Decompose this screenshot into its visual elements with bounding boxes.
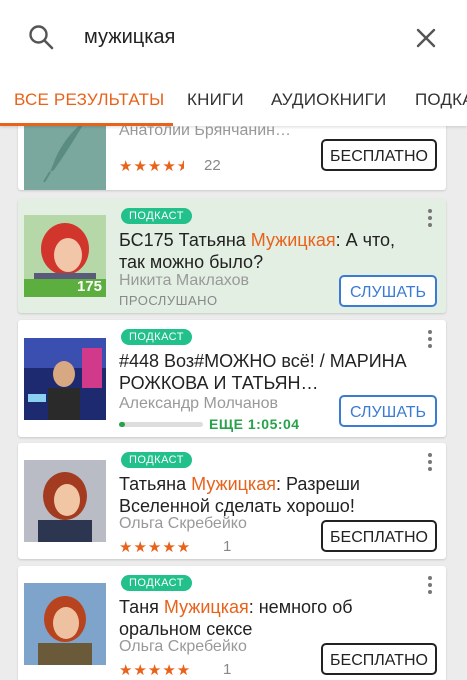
rating-stars: ★★★★★ (119, 662, 192, 679)
result-item-podcast[interactable]: 175 ПОДКАСТ БС175 Татьяна Мужицкая: А чт… (18, 199, 446, 313)
podcast-cover (24, 460, 106, 542)
free-button[interactable]: БЕСПЛАТНО (321, 520, 437, 552)
author: Никита Маклахов (119, 272, 249, 289)
author: Анатолий Брянчанин… (119, 126, 291, 139)
search-icon[interactable] (28, 24, 54, 50)
close-icon[interactable] (413, 25, 439, 51)
more-options-icon[interactable] (428, 576, 432, 597)
podcast-cover: 175 (24, 215, 106, 297)
rating-count: 1 (223, 538, 232, 555)
free-button[interactable]: БЕСПЛАТНО (321, 643, 437, 675)
author: Ольга Скребейко (119, 638, 247, 655)
search-input[interactable]: мужицкая (84, 26, 175, 49)
result-item-podcast[interactable]: ПОДКАСТ Татьяна Мужицкая: Разреши Вселен… (18, 443, 446, 559)
free-button[interactable]: БЕСПЛАТНО (321, 139, 437, 171)
more-options-icon[interactable] (428, 453, 432, 474)
podcast-cover (24, 583, 106, 665)
feather-icon (43, 126, 83, 183)
podcast-badge: ПОДКАСТ (121, 208, 192, 224)
listen-button[interactable]: СЛУШАТЬ (339, 395, 437, 427)
result-item-podcast[interactable]: ПОДКАСТ #448 Воз#МОЖНО всё! / МАРИНА РОЖ… (18, 320, 446, 437)
episode-number: 175 (76, 278, 102, 295)
more-options-icon[interactable] (428, 209, 432, 230)
podcast-badge: ПОДКАСТ (121, 575, 192, 591)
podcast-cover (24, 338, 106, 420)
more-options-icon[interactable] (428, 330, 432, 351)
tab-bar: ВСЕ РЕЗУЛЬТАТЫ КНИГИ АУДИОКНИГИ ПОДКА (0, 76, 467, 126)
rating-stars: ★★★★★​ (119, 158, 184, 175)
result-item-podcast[interactable]: ПОДКАСТ Таня Мужицкая: немного об оральн… (18, 566, 446, 680)
search-bar: мужицкая (0, 0, 467, 76)
rating-count: 22 (204, 157, 221, 174)
book-cover (24, 126, 106, 190)
rating-stars: ★★★★★ (119, 539, 192, 556)
rating-count: 1 (223, 661, 232, 678)
author: Ольга Скребейко (119, 515, 247, 532)
podcast-badge: ПОДКАСТ (121, 329, 192, 345)
results-list[interactable]: Анатолий Брянчанин… ★★★★★​ 22 БЕСПЛАТНО … (0, 126, 467, 680)
result-item-book[interactable]: Анатолий Брянчанин… ★★★★★​ 22 БЕСПЛАТНО (18, 126, 446, 190)
tab-books[interactable]: КНИГИ (187, 90, 244, 110)
tab-all-results[interactable]: ВСЕ РЕЗУЛЬТАТЫ (14, 90, 164, 110)
listen-progress-bar (119, 422, 203, 427)
listen-button[interactable]: СЛУШАТЬ (339, 275, 437, 307)
time-remaining: ЕЩЕ 1:05:04 (209, 416, 300, 432)
podcast-badge: ПОДКАСТ (121, 452, 192, 468)
author: Александр Молчанов (119, 395, 279, 412)
tab-podcasts[interactable]: ПОДКА (415, 90, 467, 110)
item-title: БС175 Татьяна Мужицкая: А что, так можно… (119, 230, 396, 272)
tab-audiobooks[interactable]: АУДИОКНИГИ (271, 90, 386, 110)
active-tab-indicator (0, 123, 173, 126)
listened-status: ПРОСЛУШАНО (119, 293, 218, 308)
item-title: Татьяна Мужицкая: Разреши Вселенной сдел… (119, 474, 360, 516)
item-title: Таня Мужицкая: немного об оральном сексе (119, 597, 353, 639)
listen-progress-fill (119, 422, 125, 427)
top-bar: мужицкая ВСЕ РЕЗУЛЬТАТЫ КНИГИ АУДИОКНИГИ… (0, 0, 467, 126)
item-title: #448 Воз#МОЖНО всё! / МАРИНА РОЖКОВА И Т… (119, 351, 407, 393)
